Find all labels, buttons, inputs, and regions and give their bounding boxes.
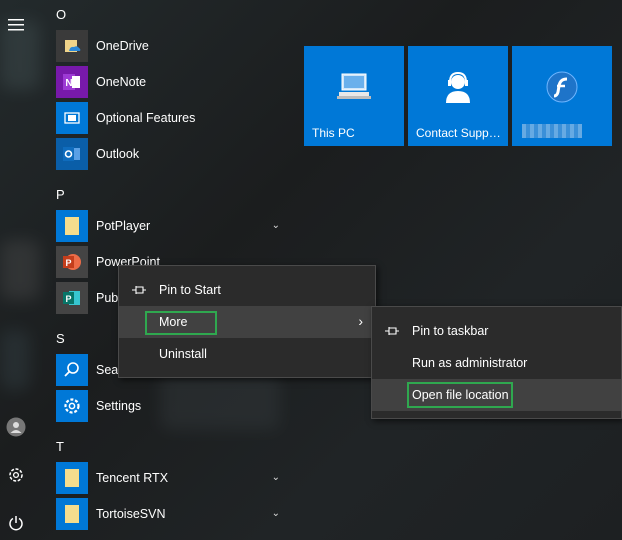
app-outlook[interactable]: Outlook <box>56 138 288 170</box>
app-label: OneDrive <box>96 39 149 53</box>
menu-label: Pin to Start <box>159 283 221 297</box>
tile-contact-support[interactable]: Contact Supp… <box>408 46 508 146</box>
app-onenote[interactable]: N OneNote <box>56 66 288 98</box>
menu-run-as-admin[interactable]: Run as administrator <box>372 347 621 379</box>
settings-gear-icon <box>56 390 88 422</box>
app-label: Optional Features <box>96 111 196 125</box>
app-label: Settings <box>96 399 142 413</box>
menu-pin-to-taskbar[interactable]: Pin to taskbar <box>372 315 621 347</box>
folder-icon <box>56 462 88 494</box>
tile-label: Contact Supp… <box>416 126 501 140</box>
support-agent-icon <box>408 64 508 110</box>
group-header-o[interactable]: O <box>56 7 66 22</box>
menu-uninstall[interactable]: Uninstall <box>119 338 375 370</box>
menu-label: Pin to taskbar <box>412 324 489 338</box>
menu-pin-to-start[interactable]: Pin to Start <box>119 274 375 306</box>
app-label: PotPlayer <box>96 219 151 233</box>
computer-icon <box>304 64 404 110</box>
app-optional-features[interactable]: Optional Features <box>56 102 288 134</box>
app-tencent-rtx[interactable]: Tencent RTX ⌄ <box>56 462 288 494</box>
highlight-box-open-file-location <box>407 382 513 408</box>
power-icon[interactable] <box>3 510 29 536</box>
svg-text:N: N <box>65 78 72 89</box>
app-label: Tencent RTX <box>96 471 169 485</box>
chevron-down-icon[interactable]: ⌄ <box>272 508 280 519</box>
app-settings[interactable]: Settings <box>56 390 288 422</box>
outlook-icon <box>56 138 88 170</box>
user-icon[interactable] <box>3 414 29 440</box>
tile-flash[interactable] <box>512 46 612 146</box>
folder-icon <box>56 498 88 530</box>
svg-text:P: P <box>65 294 71 304</box>
start-rail <box>0 0 34 540</box>
search-icon <box>56 354 88 386</box>
svg-text:P: P <box>65 258 71 268</box>
onenote-icon: N <box>56 66 88 98</box>
chevron-down-icon[interactable]: ⌄ <box>272 472 280 483</box>
pin-icon <box>385 327 399 335</box>
group-header-s[interactable]: S <box>56 331 65 346</box>
chevron-right-icon: › <box>358 313 363 329</box>
optional-features-icon <box>56 102 88 134</box>
group-header-p[interactable]: P <box>56 187 65 202</box>
chevron-down-icon[interactable]: ⌄ <box>272 220 280 231</box>
tile-this-pc[interactable]: This PC <box>304 46 404 146</box>
hamburger-icon[interactable] <box>3 12 29 38</box>
app-label: TortoiseSVN <box>96 507 166 521</box>
onedrive-icon <box>56 30 88 62</box>
group-header-t[interactable]: T <box>56 439 64 454</box>
app-potplayer[interactable]: PotPlayer ⌄ <box>56 210 288 242</box>
publisher-icon: P <box>56 282 88 314</box>
powerpoint-icon: P <box>56 246 88 278</box>
app-label: OneNote <box>96 75 147 89</box>
tile-label: This PC <box>312 126 355 140</box>
flash-player-icon <box>512 64 612 110</box>
app-label: Outlook <box>96 147 140 161</box>
app-tortoisesvn[interactable]: TortoiseSVN ⌄ <box>56 498 288 530</box>
menu-label: Run as administrator <box>412 356 528 370</box>
gear-icon[interactable] <box>3 462 29 488</box>
pin-icon <box>132 286 146 294</box>
highlight-box-more <box>145 311 217 335</box>
blurred-tile-label <box>522 124 582 138</box>
folder-icon <box>56 210 88 242</box>
app-onedrive[interactable]: OneDrive <box>56 30 288 62</box>
menu-label: Uninstall <box>159 347 207 361</box>
